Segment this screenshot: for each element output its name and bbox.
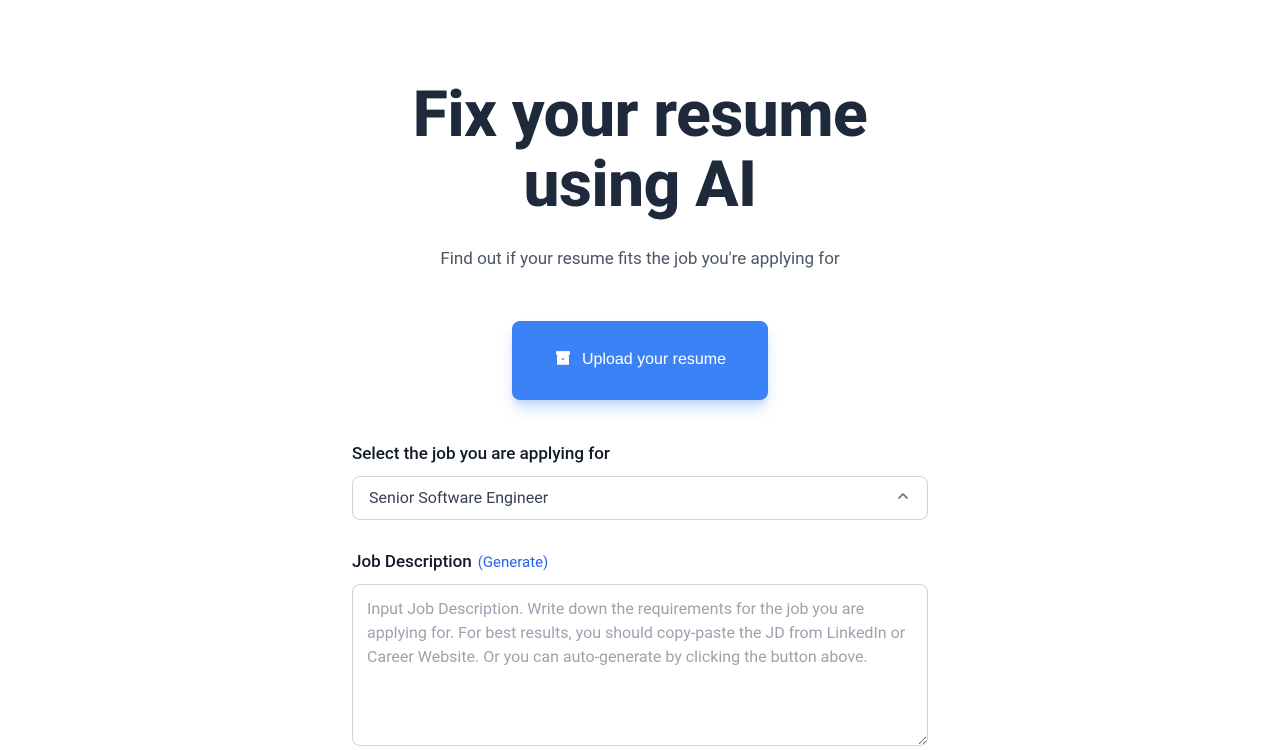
page-title: Fix your resume using AI (352, 80, 928, 221)
job-description-label: Job Description (352, 552, 472, 572)
job-select-label: Select the job you are applying for (352, 444, 928, 464)
job-select-value: Senior Software Engineer (369, 488, 548, 507)
generate-link[interactable]: (Generate) (478, 553, 549, 571)
archive-icon (554, 349, 572, 372)
jd-label-row: Job Description (Generate) (352, 552, 928, 572)
upload-button-label: Upload your resume (582, 351, 726, 369)
job-select-dropdown[interactable]: Senior Software Engineer (352, 476, 928, 520)
job-description-group: Job Description (Generate) (352, 552, 928, 750)
job-description-textarea[interactable] (352, 584, 928, 746)
page-subtitle: Find out if your resume fits the job you… (352, 249, 928, 269)
upload-wrapper: Upload your resume (352, 321, 928, 400)
main-container: Fix your resume using AI Find out if you… (352, 0, 928, 750)
upload-resume-button[interactable]: Upload your resume (512, 321, 768, 400)
chevron-up-icon (895, 488, 911, 508)
job-select-group: Select the job you are applying for Seni… (352, 444, 928, 520)
